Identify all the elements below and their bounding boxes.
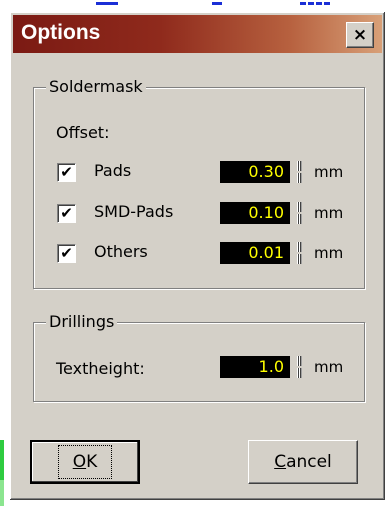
drillings-title: Drillings	[46, 312, 118, 331]
ok-button-label: OK	[57, 445, 113, 479]
cancel-button-label: Cancel	[274, 452, 332, 472]
pads-value-field[interactable]: 0.30	[220, 161, 290, 183]
cancel-button[interactable]: Cancel	[248, 440, 358, 484]
background-scribble	[96, 2, 118, 11]
check-icon: ✔	[60, 244, 73, 262]
smd-pads-checkbox[interactable]: ✔	[57, 204, 76, 223]
others-checkbox[interactable]: ✔	[57, 244, 76, 263]
soldermask-title: Soldermask	[46, 77, 146, 96]
background-scribble	[300, 2, 330, 11]
ok-button[interactable]: OK	[30, 440, 140, 484]
background-scribble	[212, 2, 222, 11]
others-label: Others	[94, 242, 148, 261]
check-icon: ✔	[60, 204, 73, 222]
options-dialog: Options × Soldermask Offset: ✔ Pads 0.30…	[10, 12, 385, 500]
textheight-value-field[interactable]: 1.0	[220, 356, 290, 378]
background-green-edge	[0, 440, 4, 480]
pads-unit: mm	[314, 163, 344, 181]
smd-pads-unit: mm	[314, 204, 344, 222]
smd-pads-label: SMD-Pads	[94, 202, 174, 221]
check-icon: ✔	[60, 163, 73, 181]
close-button[interactable]: ×	[346, 22, 374, 48]
pads-spinner[interactable]	[297, 161, 302, 183]
title-bar[interactable]: Options ×	[13, 15, 382, 53]
pads-checkbox[interactable]: ✔	[57, 163, 76, 182]
others-spinner[interactable]	[297, 242, 302, 264]
textheight-spinner[interactable]	[297, 356, 302, 378]
textheight-unit: mm	[314, 358, 344, 376]
textheight-label: Textheight:	[56, 359, 145, 378]
others-value-field[interactable]: 0.01	[220, 242, 290, 264]
background-green-edge	[0, 480, 4, 506]
others-unit: mm	[314, 244, 344, 262]
offset-label: Offset:	[56, 123, 110, 142]
smd-pads-value-field[interactable]: 0.10	[220, 202, 290, 224]
smd-pads-spinner[interactable]	[297, 202, 302, 224]
pads-label: Pads	[94, 161, 132, 180]
close-icon: ×	[352, 25, 368, 45]
dialog-title: Options	[21, 21, 101, 44]
